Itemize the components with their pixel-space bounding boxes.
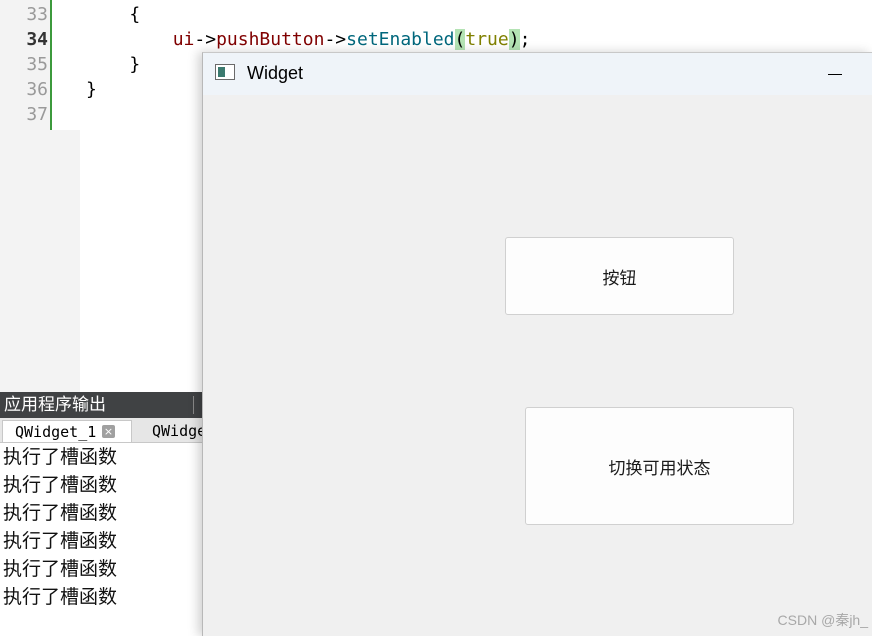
token-variable: ui	[172, 29, 195, 50]
token-function: setEnabled	[346, 29, 455, 50]
log-line: 执行了槽函数	[3, 474, 118, 496]
push-button[interactable]: 按钮	[505, 237, 734, 315]
token-semicolon: ;	[519, 29, 531, 50]
token-operator: ->	[194, 29, 217, 50]
output-tab-qwidget[interactable]: QWidge	[152, 420, 206, 442]
log-line: 执行了槽函数	[3, 586, 118, 608]
minimize-icon	[828, 73, 842, 75]
code-line[interactable]: }	[86, 52, 140, 77]
code-line[interactable]: {	[86, 2, 140, 27]
token-paren-close: )	[508, 29, 520, 50]
line-number: 35	[26, 54, 48, 75]
line-number-current: 34	[26, 29, 48, 50]
log-line: 执行了槽函数	[3, 446, 118, 468]
log-line: 执行了槽函数	[3, 558, 118, 580]
line-number: 33	[26, 4, 48, 25]
minimize-button[interactable]	[826, 65, 844, 83]
editor-gutter-area	[0, 130, 80, 392]
close-icon[interactable]: ×	[102, 425, 115, 438]
token-member: pushButton	[216, 29, 325, 50]
line-number: 36	[26, 79, 48, 100]
line-number: 37	[26, 104, 48, 125]
toggle-enabled-button[interactable]: 切换可用状态	[525, 407, 794, 525]
log-line: 执行了槽函数	[3, 530, 118, 552]
code-line-current[interactable]: ui->pushButton->setEnabled(true);	[86, 27, 530, 52]
output-tab-bar: QWidget_1 × QWidge	[0, 418, 220, 443]
output-pane-header: 应用程序输出	[0, 392, 220, 418]
output-tab-qwidget-1[interactable]: QWidget_1 ×	[2, 420, 132, 442]
window-titlebar[interactable]: Widget	[203, 53, 872, 95]
gutter-change-marker	[50, 0, 52, 130]
token-operator: ->	[324, 29, 347, 50]
window-title: Widget	[247, 63, 304, 83]
widget-window[interactable]: Widget 按钮 切换可用状态 CSDN @秦jh_	[202, 52, 872, 636]
log-line: 执行了槽函数	[3, 502, 118, 524]
output-log: 执行了槽函数 执行了槽函数 执行了槽函数 执行了槽函数 执行了槽函数 执行了槽函…	[0, 443, 220, 636]
token-paren-open: (	[454, 29, 466, 50]
output-pane-title: 应用程序输出	[4, 395, 106, 415]
code-line[interactable]: }	[86, 77, 97, 102]
token-keyword: true	[465, 29, 509, 50]
window-app-icon	[215, 64, 235, 80]
header-separator	[193, 396, 194, 414]
watermark: CSDN @秦jh_	[777, 612, 868, 628]
app-icon-fill	[218, 67, 225, 77]
output-tab-label: QWidget_1	[15, 423, 97, 441]
